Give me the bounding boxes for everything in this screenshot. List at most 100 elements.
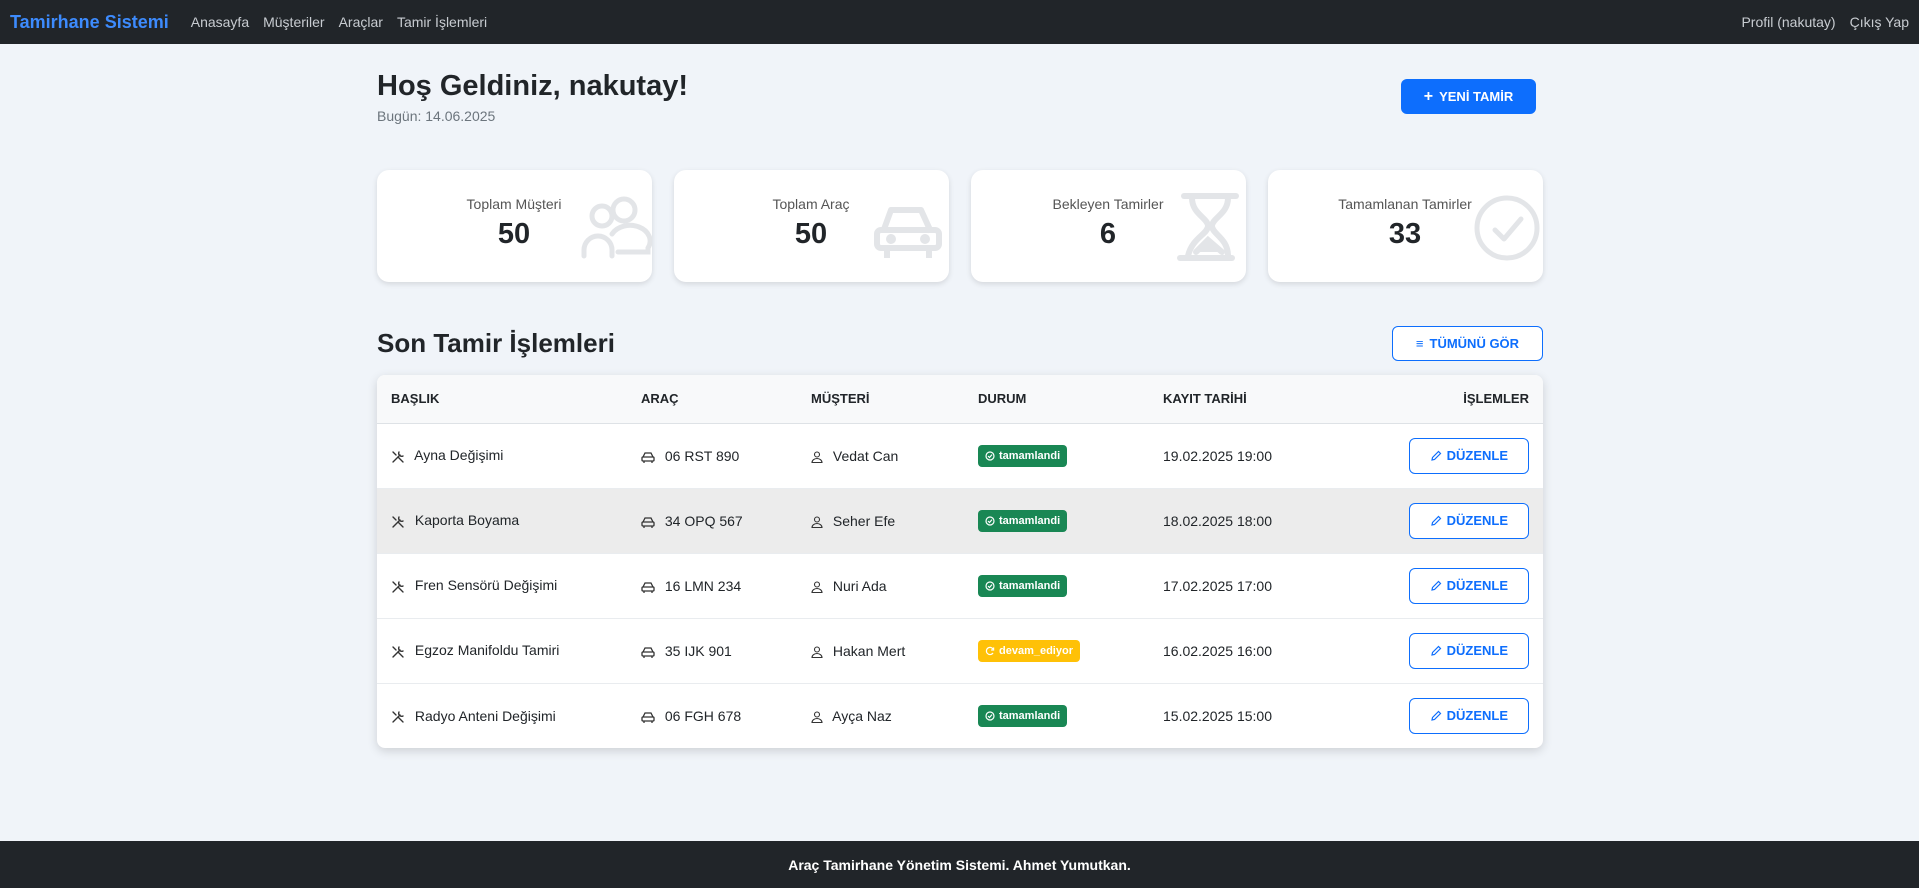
tools-icon: [392, 711, 404, 723]
vehicle-plate: 06 RST 890: [664, 447, 740, 464]
view-all-button[interactable]: ≡ TÜMÜNÜ GÖR: [1392, 326, 1543, 361]
pencil-icon: [1430, 710, 1441, 721]
list-icon: ≡: [1415, 336, 1424, 351]
stat-card-completed: Tamamlanan Tamirler 33: [1268, 170, 1543, 282]
status-text: tamamlandi: [999, 514, 1061, 527]
status-text: tamamlandi: [999, 579, 1061, 592]
repair-title: Egzoz Manifoldu Tamiri: [414, 642, 560, 659]
status-text: tamamlandi: [999, 449, 1061, 462]
customer-name: Nuri Ada: [832, 577, 887, 594]
status-badge: tamamlandi: [978, 509, 1068, 532]
record-date: 15.02.2025 15:00: [1163, 707, 1272, 724]
table-row: Radyo Anteni Değişimi 06 FGH 678 Ayça Na…: [377, 683, 1543, 748]
repair-title: Ayna Değişimi: [414, 447, 504, 464]
car-icon: [641, 582, 655, 593]
col-title: BAŞLIK: [377, 375, 641, 424]
edit-button[interactable]: DÜZENLE: [1408, 502, 1529, 539]
welcome-title: Hoş Geldiniz, nakutay!: [377, 70, 688, 102]
status-badge: tamamlandi: [978, 704, 1068, 727]
nav-right: Profil (nakutay) Çıkış Yap: [1727, 14, 1909, 30]
repairs-table: BAŞLIK ARAÇ MÜŞTERİ DURUM KAYIT TARİHİ İ…: [377, 375, 1543, 748]
record-date: 18.02.2025 18:00: [1163, 488, 1363, 554]
col-actions: İŞLEMLER: [1363, 375, 1543, 424]
person-icon: [811, 646, 823, 658]
nav-repairs[interactable]: Tamir İşlemleri: [397, 14, 487, 30]
edit-label: DÜZENLE: [1446, 448, 1508, 463]
edit-button[interactable]: DÜZENLE: [1408, 437, 1529, 474]
person-icon: [811, 711, 823, 724]
brand-link[interactable]: Tamirhane Sistemi: [10, 12, 169, 33]
stat-card-customers: Toplam Müşteri 50: [377, 170, 652, 282]
pencil-icon: [1430, 450, 1441, 461]
repair-title: Fren Sensörü Değişimi: [414, 577, 558, 594]
customer-name: Seher Efe: [832, 512, 896, 529]
edit-label: DÜZENLE: [1446, 708, 1508, 724]
navbar: Tamirhane Sistemi Anasayfa Müşteriler Ar…: [0, 0, 1919, 44]
customer-name: Hakan Mert: [832, 642, 906, 659]
footer: Araç Tamirhane Yönetim Sistemi. Ahmet Yu…: [0, 841, 1919, 888]
col-vehicle: ARAÇ: [641, 375, 811, 424]
stat-card-vehicles: Toplam Araç 50: [674, 170, 949, 282]
nav-vehicles[interactable]: Araçlar: [339, 14, 383, 30]
table-row: Ayna Değişimi 06 RST 890 Vedat Can tamam…: [377, 423, 1543, 489]
plus-icon: +: [1423, 87, 1434, 105]
check-circle-icon: [985, 711, 995, 721]
section-title: Son Tamir İşlemleri: [377, 328, 615, 358]
edit-button[interactable]: DÜZENLE: [1408, 632, 1529, 669]
nav-customers[interactable]: Müşteriler: [263, 14, 324, 30]
nav-profile[interactable]: Profil (nakutay): [1741, 14, 1835, 30]
pencil-icon: [1430, 515, 1441, 526]
car-icon: [641, 517, 655, 528]
stat-card-pending: Bekleyen Tamirler 6: [971, 170, 1246, 282]
status-badge: devam_ediyor: [978, 639, 1080, 662]
table-row: Kaporta Boyama 34 OPQ 567 Seher Efe tama…: [377, 488, 1543, 554]
table-row: Fren Sensörü Değişimi 16 LMN 234 Nuri Ad…: [377, 553, 1543, 619]
today-date: Bugün: 14.06.2025: [377, 108, 496, 124]
status-badge: tamamlandi: [978, 574, 1068, 597]
record-date: 17.02.2025 17:00: [1163, 553, 1363, 619]
nav-logout[interactable]: Çıkış Yap: [1850, 14, 1909, 30]
check-circle-icon: [985, 580, 995, 591]
table-row: Egzoz Manifoldu Tamiri 35 IJK 901 Hakan …: [377, 618, 1543, 684]
stats-row: Toplam Müşteri 50 Toplam Araç 50 Bekleye…: [377, 170, 1543, 282]
vehicle-plate: 16 LMN 234: [664, 577, 742, 594]
check-circle-icon: [985, 450, 995, 461]
refresh-icon: [985, 646, 995, 655]
hourglass-icon: [1177, 193, 1239, 261]
tools-icon: [392, 645, 404, 658]
edit-label: DÜZENLE: [1446, 513, 1508, 528]
check-circle-icon: [985, 515, 995, 526]
tools-icon: [392, 580, 404, 593]
tools-icon: [392, 450, 404, 463]
edit-label: DÜZENLE: [1446, 578, 1508, 593]
edit-button[interactable]: DÜZENLE: [1408, 697, 1529, 734]
status-text: tamamlandi: [999, 709, 1061, 722]
car-icon: [641, 647, 655, 658]
footer-text: Araç Tamirhane Yönetim Sistemi. Ahmet Yu…: [788, 856, 1131, 873]
car-icon: [641, 712, 655, 724]
repair-title: Radyo Anteni Değişimi: [414, 707, 556, 724]
edit-button[interactable]: DÜZENLE: [1408, 567, 1529, 604]
customer-name: Ayça Naz: [832, 707, 892, 724]
record-date: 19.02.2025 19:00: [1163, 423, 1363, 489]
col-date: KAYIT TARİHİ: [1163, 375, 1363, 424]
status-text: devam_ediyor: [999, 644, 1073, 657]
pencil-icon: [1430, 645, 1441, 656]
nav-home[interactable]: Anasayfa: [191, 14, 249, 30]
vehicle-plate: 06 FGH 678: [664, 707, 742, 724]
new-repair-label: YENİ TAMİR: [1439, 89, 1514, 104]
person-icon: [811, 451, 823, 463]
car-icon: [641, 452, 655, 463]
view-all-label: TÜMÜNÜ GÖR: [1429, 336, 1520, 351]
customer-name: Vedat Can: [832, 447, 899, 464]
car-icon: [874, 207, 942, 258]
pencil-icon: [1430, 580, 1441, 591]
users-icon: [581, 196, 652, 259]
new-repair-button[interactable]: + YENİ TAMİR: [1401, 79, 1536, 114]
repair-title: Kaporta Boyama: [414, 512, 520, 529]
table-header-row: BAŞLIK ARAÇ MÜŞTERİ DURUM KAYIT TARİHİ İ…: [377, 375, 1543, 424]
edit-label: DÜZENLE: [1446, 643, 1508, 658]
col-customer: MÜŞTERİ: [811, 375, 978, 424]
person-icon: [811, 516, 823, 528]
vehicle-plate: 34 OPQ 567: [664, 512, 743, 529]
